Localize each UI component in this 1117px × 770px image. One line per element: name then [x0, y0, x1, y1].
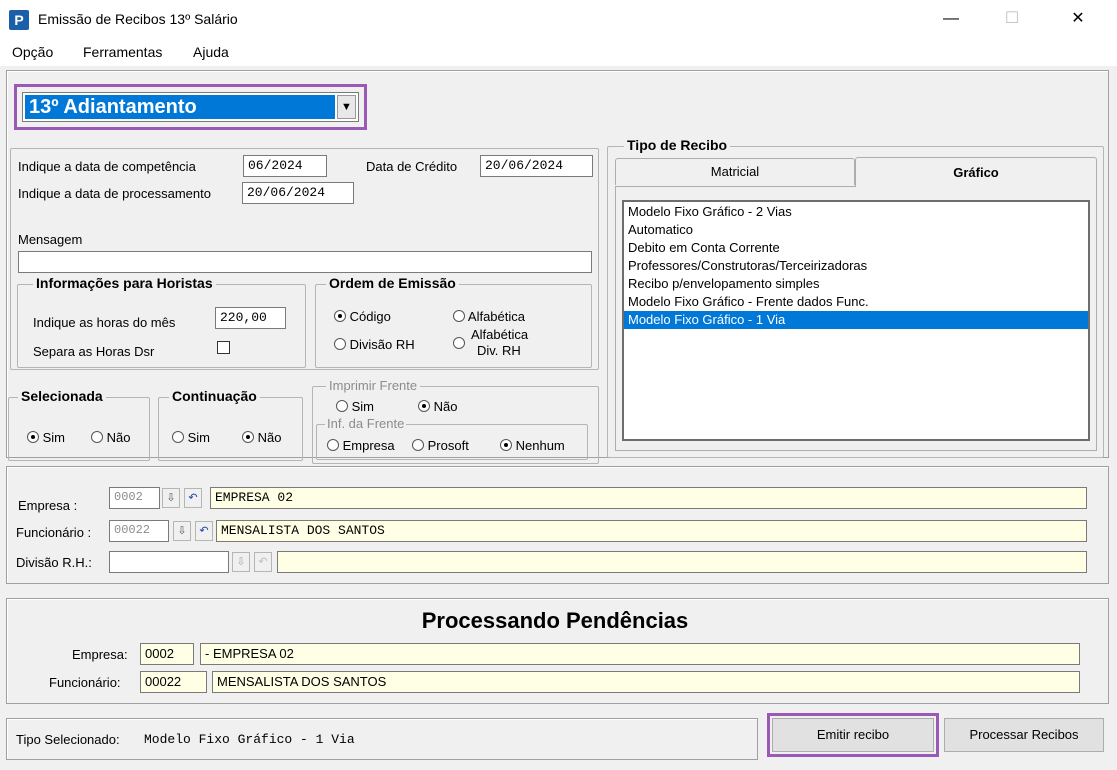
- separa-checkbox[interactable]: [217, 341, 230, 354]
- ordem-alfa-div-option[interactable]: [453, 336, 465, 351]
- pendencias-title: Processando Pendências: [421, 608, 689, 633]
- ordem-alfa-div-label: Alfabética Div. RH: [471, 327, 529, 358]
- title-bar: P Emissão de Recibos 13º Salário — ☐ ✕: [0, 0, 1117, 38]
- separa-label: Separa as Horas Dsr: [33, 344, 155, 359]
- tab-matricial[interactable]: Matricial: [615, 158, 855, 185]
- ordem-title: Ordem de Emissão: [326, 275, 459, 291]
- undo-icon[interactable]: ↶: [195, 521, 213, 541]
- list-item[interactable]: Modelo Fixo Gráfico - Frente dados Func.: [624, 293, 1088, 311]
- radio-icon: [418, 400, 430, 412]
- chevron-down-icon[interactable]: ▼: [337, 95, 356, 119]
- processamento-label: Indique a data de processamento: [18, 186, 211, 201]
- maximize-icon[interactable]: ☐: [989, 0, 1035, 38]
- processamento-input[interactable]: 20/06/2024: [242, 182, 354, 204]
- competencia-label: Indique a data de competência: [18, 159, 196, 174]
- competencia-input[interactable]: 06/2024: [243, 155, 327, 177]
- radio-icon: [172, 431, 184, 443]
- ordem-divisao-option[interactable]: Divisão RH: [334, 337, 415, 352]
- radio-icon: [27, 431, 39, 443]
- continuacao-nao[interactable]: Não: [242, 430, 281, 445]
- window-title: Emissão de Recibos 13º Salário: [38, 11, 238, 27]
- divisao-name-field: [277, 551, 1087, 573]
- download-icon[interactable]: ⇩: [162, 488, 180, 508]
- menu-bar: Opção Ferramentas Ajuda: [0, 38, 1117, 66]
- mensagem-input[interactable]: [18, 251, 592, 273]
- menu-ajuda[interactable]: Ajuda: [193, 44, 229, 60]
- pend-empresa-name: - EMPRESA 02: [200, 643, 1080, 665]
- inf-nenhum[interactable]: Nenhum: [500, 438, 565, 453]
- radio-icon: [327, 439, 339, 451]
- selecionada-nao[interactable]: Não: [91, 430, 130, 445]
- inf-prosoft[interactable]: Prosoft: [412, 438, 469, 453]
- credito-input[interactable]: 20/06/2024: [480, 155, 593, 177]
- minimize-icon[interactable]: —: [928, 0, 974, 38]
- app-icon: P: [9, 10, 29, 30]
- inf-empresa[interactable]: Empresa: [327, 438, 395, 453]
- radio-icon: [453, 337, 465, 349]
- horas-input[interactable]: 220,00: [215, 307, 286, 329]
- list-item[interactable]: Debito em Conta Corrente: [624, 239, 1088, 257]
- radio-icon: [412, 439, 424, 451]
- radio-icon: [242, 431, 254, 443]
- emitir-recibo-button[interactable]: Emitir recibo: [772, 718, 934, 752]
- undo-icon[interactable]: ↶: [184, 488, 202, 508]
- empresa-name-field: EMPRESA 02: [210, 487, 1087, 509]
- download-icon[interactable]: ⇩: [173, 521, 191, 541]
- imprimir-frente-title: Imprimir Frente: [326, 378, 421, 393]
- radio-icon: [453, 310, 465, 322]
- status-value: Modelo Fixo Gráfico - 1 Via: [144, 732, 355, 747]
- tab-grafico[interactable]: Gráfico: [855, 157, 1097, 187]
- download-icon: ⇩: [232, 552, 250, 572]
- list-item[interactable]: Automatico: [624, 221, 1088, 239]
- mensagem-label: Mensagem: [18, 232, 83, 247]
- divisao-code-input[interactable]: [109, 551, 229, 573]
- undo-icon: ↶: [254, 552, 272, 572]
- list-item[interactable]: Professores/Construtoras/Terceirizadoras: [624, 257, 1088, 275]
- selecionada-title: Selecionada: [18, 388, 106, 404]
- radio-icon: [500, 439, 512, 451]
- pend-funcionario-label: Funcionário:: [49, 675, 121, 690]
- radio-icon: [334, 310, 346, 322]
- menu-ferramentas[interactable]: Ferramentas: [83, 44, 162, 60]
- pend-funcionario-code: 00022: [140, 671, 207, 693]
- horas-label: Indique as horas do mês: [33, 315, 176, 330]
- menu-opcao[interactable]: Opção: [12, 44, 53, 60]
- selecionada-sim[interactable]: Sim: [27, 430, 65, 445]
- list-item[interactable]: Modelo Fixo Gráfico - 2 Vias: [624, 203, 1088, 221]
- empresa-code-input[interactable]: 0002: [109, 487, 160, 509]
- dropdown-value: 13º Adiantamento: [25, 95, 335, 119]
- horistas-title: Informações para Horistas: [33, 275, 216, 291]
- pend-empresa-code: 0002: [140, 643, 194, 665]
- ordem-alfabetica-option[interactable]: Alfabética: [453, 309, 525, 324]
- ordem-codigo-option[interactable]: Código: [334, 309, 391, 324]
- funcionario-label: Funcionário :: [16, 525, 92, 540]
- ordem-group: [315, 284, 592, 368]
- imprimir-sim[interactable]: Sim: [336, 399, 374, 414]
- pend-funcionario-name: MENSALISTA DOS SANTOS: [212, 671, 1080, 693]
- close-icon[interactable]: ✕: [1055, 0, 1101, 38]
- selecionada-group: [8, 397, 150, 461]
- radio-icon: [334, 338, 346, 350]
- inf-frente-title: Inf. da Frente: [325, 416, 407, 431]
- imprimir-nao[interactable]: Não: [418, 399, 457, 414]
- list-item-selected[interactable]: Modelo Fixo Gráfico - 1 Via: [624, 311, 1088, 329]
- status-label: Tipo Selecionado:: [16, 732, 120, 747]
- type-dropdown[interactable]: 13º Adiantamento ▼: [22, 92, 359, 122]
- pend-empresa-label: Empresa:: [72, 647, 128, 662]
- funcionario-code-input[interactable]: 00022: [109, 520, 169, 542]
- continuacao-sim[interactable]: Sim: [172, 430, 210, 445]
- tipo-recibo-title: Tipo de Recibo: [624, 137, 731, 153]
- radio-icon: [336, 400, 348, 412]
- continuacao-title: Continuação: [169, 388, 260, 404]
- funcionario-name-field: MENSALISTA DOS SANTOS: [216, 520, 1087, 542]
- processar-recibos-button[interactable]: Processar Recibos: [944, 718, 1104, 752]
- credito-label: Data de Crédito: [366, 159, 458, 174]
- empresa-label: Empresa :: [18, 498, 78, 513]
- radio-icon: [91, 431, 103, 443]
- divisao-label: Divisão R.H.:: [16, 555, 92, 570]
- continuacao-group: [158, 397, 303, 461]
- list-item[interactable]: Recibo p/envelopamento simples: [624, 275, 1088, 293]
- recibo-list[interactable]: Modelo Fixo Gráfico - 2 Vias Automatico …: [622, 200, 1090, 441]
